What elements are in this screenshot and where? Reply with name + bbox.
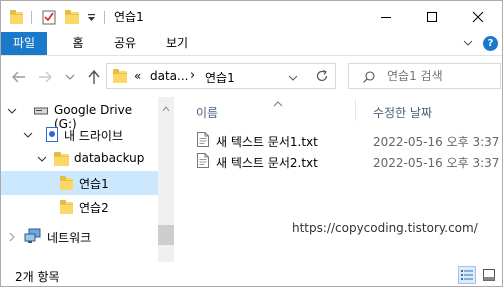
arrow-right-icon: [39, 71, 52, 83]
chevron-down-icon[interactable]: [37, 154, 47, 164]
column-header-modified[interactable]: 수정한 날짜: [373, 104, 432, 121]
minimize-button[interactable]: [363, 1, 409, 32]
file-name: 새 텍스트 문서2.txt: [216, 156, 318, 170]
watermark-text: https://copycoding.tistory.com/: [292, 221, 478, 235]
chevron-down-icon: [463, 40, 473, 46]
sort-arrow-icon: [273, 96, 283, 110]
column-header: 이름 수정한 날짜: [191, 97, 502, 123]
help-button[interactable]: ?: [483, 36, 498, 51]
tab-home[interactable]: 홈: [63, 32, 93, 55]
nav-item-databackup[interactable]: databackup: [1, 147, 158, 171]
up-button[interactable]: [85, 67, 103, 87]
scroll-up-arrow[interactable]: [162, 101, 170, 115]
title-bar: 연습1: [1, 1, 502, 32]
tab-share[interactable]: 공유: [105, 32, 145, 55]
details-view-icon: [461, 270, 473, 280]
help-icon: ?: [487, 38, 494, 49]
folder-icon: [54, 152, 69, 166]
chevron-right-icon[interactable]: [7, 232, 17, 242]
status-bar: 2개 항목: [1, 262, 502, 286]
new-folder-icon[interactable]: [65, 10, 79, 24]
nav-item-label: 연습2: [79, 201, 109, 215]
back-button[interactable]: [10, 67, 28, 87]
nav-scrollbar[interactable]: [158, 97, 174, 262]
large-icons-view-icon: [483, 269, 495, 281]
address-separator[interactable]: ›: [190, 68, 195, 83]
folder-icon: [60, 176, 73, 190]
nav-item-google-drive[interactable]: Google Drive (G:): [1, 99, 158, 131]
column-divider[interactable]: [355, 99, 356, 121]
search-icon: [363, 71, 375, 83]
close-icon: [472, 11, 484, 22]
file-modified: 2022-05-16 오후 3:37: [373, 156, 500, 170]
folder-icon: [10, 10, 23, 24]
network-icon: [24, 228, 42, 244]
maximize-icon: [427, 11, 437, 22]
navigation-pane: Google Drive (G:) 내 드라이브 databackup 연습1 …: [1, 97, 173, 262]
text-file-icon: [197, 153, 209, 168]
text-file-icon: [197, 132, 209, 147]
search-input[interactable]: [387, 67, 497, 85]
address-dropdown-button[interactable]: [288, 72, 298, 82]
address-bar[interactable]: « data... › 연습1: [106, 63, 336, 89]
minimize-icon: [381, 16, 391, 18]
file-row[interactable]: 새 텍스트 문서2.txt 2022-05-16 오후 3:37: [191, 151, 502, 171]
forward-button[interactable]: [36, 67, 54, 87]
maximize-button[interactable]: [409, 1, 455, 32]
file-name: 새 텍스트 문서1.txt: [216, 135, 318, 149]
column-header-name[interactable]: 이름: [196, 104, 218, 121]
window-title: 연습1: [114, 10, 144, 24]
tab-view[interactable]: 보기: [157, 32, 197, 55]
nav-item-label: 내 드라이브: [64, 129, 124, 143]
drive-icon: [34, 105, 48, 116]
ribbon-tabs: 파일 홈 공유 보기 ?: [1, 32, 502, 56]
file-row[interactable]: 새 텍스트 문서1.txt 2022-05-16 오후 3:37: [191, 130, 502, 150]
address-segment-current[interactable]: 연습1: [205, 69, 235, 86]
scroll-thumb[interactable]: [158, 225, 174, 245]
details-view-button[interactable]: [458, 266, 476, 284]
nav-item-label: databackup: [74, 151, 145, 165]
chevron-down-icon[interactable]: [23, 130, 33, 140]
arrow-up-icon: [88, 69, 100, 84]
search-box[interactable]: [348, 63, 501, 89]
nav-item-practice2[interactable]: 연습2: [1, 195, 158, 219]
gdrive-icon: [46, 127, 58, 142]
chevron-down-icon: [288, 75, 298, 81]
nav-item-network[interactable]: 네트워크: [1, 225, 158, 249]
address-overflow[interactable]: «: [134, 69, 141, 83]
file-modified: 2022-05-16 오후 3:37: [373, 135, 500, 149]
address-segment-parent[interactable]: data...: [150, 69, 188, 83]
nav-item-label: 네트워크: [47, 231, 92, 245]
explorer-window: 연습1 파일 홈 공유 보기 ? « data... › 연습1 연습1 검색 …: [0, 0, 503, 287]
refresh-icon: [316, 69, 328, 82]
refresh-button[interactable]: [309, 63, 336, 89]
folder-icon: [113, 69, 127, 83]
nav-item-my-drive[interactable]: 내 드라이브: [1, 123, 158, 147]
chevron-down-icon: [65, 74, 75, 80]
tab-file[interactable]: 파일: [1, 32, 47, 55]
customize-toolbar-icon[interactable]: [87, 9, 97, 25]
arrow-left-icon: [12, 71, 25, 83]
chevron-down-icon[interactable]: [7, 106, 17, 116]
recent-locations-button[interactable]: [64, 67, 76, 87]
nav-item-label: 연습1: [79, 177, 109, 191]
folder-icon: [60, 200, 73, 214]
item-count: 2개 항목: [15, 270, 60, 284]
ribbon-expand-button[interactable]: [462, 37, 474, 49]
close-button[interactable]: [455, 1, 501, 32]
properties-icon[interactable]: [41, 9, 57, 25]
large-icons-view-button[interactable]: [480, 266, 498, 284]
nav-item-practice1[interactable]: 연습1: [1, 171, 158, 195]
